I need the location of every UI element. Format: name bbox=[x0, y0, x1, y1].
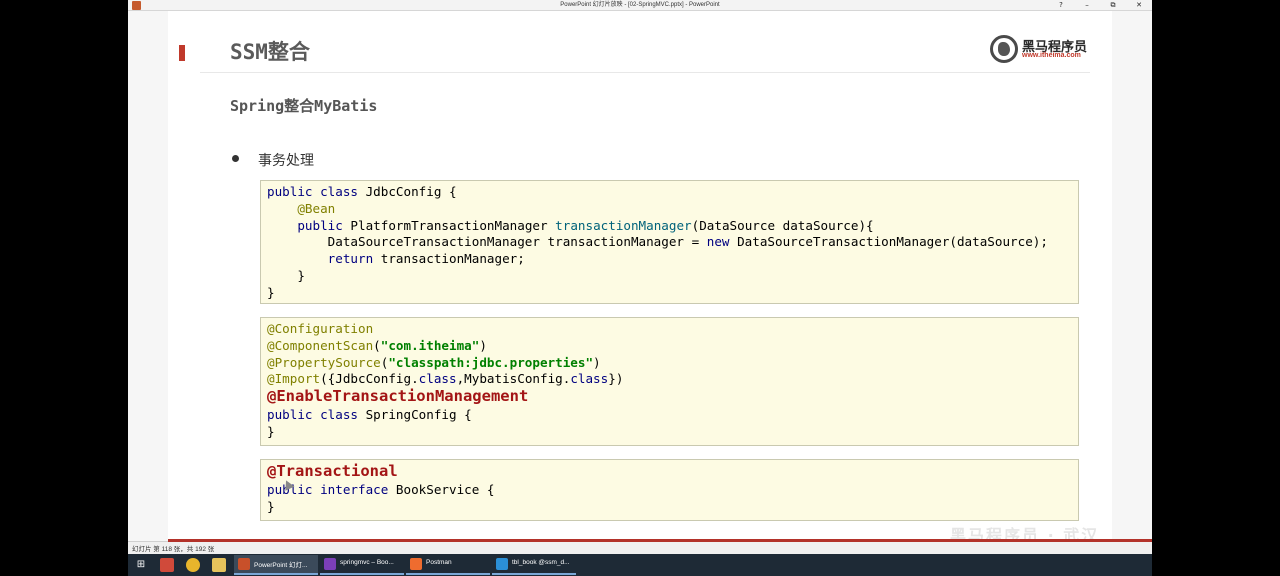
code-line: } bbox=[267, 267, 305, 283]
logo-url: www.itheima.com bbox=[1022, 52, 1081, 59]
minimize-button[interactable]: – bbox=[1074, 0, 1100, 11]
chrome-icon[interactable] bbox=[186, 558, 200, 572]
close-button[interactable]: ✕ bbox=[1126, 0, 1152, 11]
bullet-text: 事务处理 bbox=[258, 153, 314, 169]
task-app-icon bbox=[496, 558, 508, 570]
code-line: } bbox=[267, 284, 275, 300]
window-title-bar: PowerPoint 幻灯片放映 - [02-SpringMVC.pptx] -… bbox=[128, 0, 1152, 11]
code-line: @Import({JdbcConfig.class,MybatisConfig.… bbox=[267, 371, 624, 387]
itheima-logo: 黑马程序员 www.itheima.com bbox=[990, 34, 1090, 64]
task-app-icon bbox=[410, 558, 422, 570]
code-line: } bbox=[267, 498, 275, 514]
taskbar-task[interactable]: Postman bbox=[406, 555, 490, 575]
code-line: return transactionManager; bbox=[327, 251, 525, 267]
task-app-icon bbox=[238, 558, 250, 570]
taskbar-task[interactable]: springmvc – Boo... bbox=[320, 555, 404, 575]
horse-logo-icon bbox=[990, 35, 1018, 63]
code-line: public interface BookService { bbox=[267, 482, 495, 497]
code-line: public class JdbcConfig { bbox=[267, 184, 457, 199]
code-line: DataSourceTransactionManager transaction… bbox=[267, 234, 1048, 250]
taskbar-task[interactable]: PowerPoint 幻灯... bbox=[234, 555, 318, 575]
help-button[interactable]: ? bbox=[1048, 0, 1074, 11]
slide-subtitle: Spring整合MyBatis bbox=[230, 97, 378, 115]
slide-counter: 幻灯片 第 118 张，共 192 张 bbox=[132, 546, 215, 553]
app-icon[interactable] bbox=[160, 558, 174, 572]
task-label: Postman bbox=[426, 559, 452, 566]
code-block-spring-config: @Configuration @ComponentScan("com.itheim… bbox=[260, 317, 1079, 446]
task-app-icon bbox=[324, 558, 336, 570]
code-line: @EnableTransactionManagement bbox=[267, 387, 529, 406]
taskbar-task[interactable]: tbl_book @ssm_d... bbox=[492, 555, 576, 575]
title-accent-bar bbox=[179, 45, 185, 61]
file-explorer-icon[interactable] bbox=[212, 558, 226, 572]
task-label: PowerPoint 幻灯... bbox=[254, 562, 308, 569]
slide-title: SSM整合 bbox=[230, 40, 310, 64]
code-line: public class SpringConfig { bbox=[267, 407, 472, 423]
code-line: @Configuration bbox=[267, 321, 374, 336]
code-line: public PlatformTransactionManager transa… bbox=[297, 217, 874, 233]
progress-strip bbox=[168, 539, 1152, 542]
status-bar: 幻灯片 第 118 张，共 192 张 bbox=[128, 539, 1152, 554]
windows-start-icon[interactable]: ⊞ bbox=[134, 558, 148, 572]
code-line: } bbox=[267, 423, 275, 439]
task-label: tbl_book @ssm_d... bbox=[512, 559, 570, 566]
taskbar: ⊞ PowerPoint 幻灯... springmvc – Boo... Post… bbox=[128, 554, 1152, 576]
task-label: springmvc – Boo... bbox=[340, 559, 394, 566]
window-title: PowerPoint 幻灯片放映 - [02-SpringMVC.pptx] -… bbox=[560, 2, 720, 8]
title-divider bbox=[200, 72, 1090, 73]
restore-button[interactable]: ⧉ bbox=[1100, 0, 1126, 11]
code-line: @PropertySource("classpath:jdbc.properti… bbox=[267, 354, 601, 370]
bullet-icon bbox=[232, 155, 239, 162]
code-block-jdbc-config: public class JdbcConfig { @Bean public P… bbox=[260, 180, 1079, 304]
code-line: @Bean bbox=[297, 200, 336, 216]
code-line: @Transactional bbox=[267, 462, 398, 480]
code-block-book-service: @Transactional public interface BookServi… bbox=[260, 459, 1079, 521]
code-line: @ComponentScan("com.itheima") bbox=[267, 337, 487, 353]
